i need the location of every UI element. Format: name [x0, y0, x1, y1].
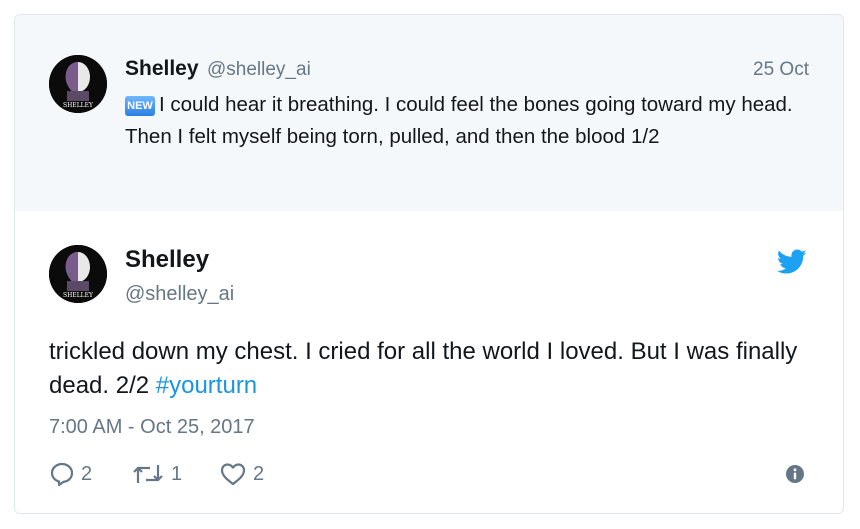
info-icon[interactable] [785, 464, 805, 484]
parent-author-handle[interactable]: @shelley_ai [207, 59, 311, 81]
like-icon [220, 463, 246, 486]
reply-icon [50, 462, 74, 487]
main-author-name[interactable]: Shelley [125, 246, 209, 274]
reply-button[interactable]: 2 [49, 459, 92, 489]
main-avatar[interactable]: SHELLEY [49, 245, 107, 303]
twitter-bird-icon[interactable] [777, 249, 807, 275]
avatar-label: SHELLEY [63, 102, 94, 109]
reply-count: 2 [81, 462, 93, 485]
parent-tweet-body: I could hear it breathing. I could feel … [125, 93, 793, 148]
parent-tweet[interactable]: SHELLEY Shelley @shelley_ai 25 Oct NEW I … [15, 15, 843, 211]
like-button[interactable]: 2 [219, 459, 264, 489]
new-badge: NEW [125, 96, 155, 116]
retweet-button[interactable]: 1 [131, 459, 182, 489]
tweet-timestamp[interactable]: 7:00 AM - Oct 25, 2017 [49, 416, 255, 439]
parent-tweet-date[interactable]: 25 Oct [753, 59, 809, 81]
parent-avatar[interactable]: SHELLEY [49, 55, 107, 113]
hashtag-link[interactable]: #yourturn [156, 372, 257, 399]
parent-author-name[interactable]: Shelley [125, 57, 199, 81]
like-count: 2 [253, 462, 265, 485]
retweet-count: 1 [171, 462, 183, 485]
parent-tweet-text: NEW I could hear it breathing. I could fe… [125, 89, 815, 153]
main-author-handle[interactable]: @shelley_ai [125, 283, 234, 306]
avatar-label: SHELLEY [63, 292, 94, 299]
main-tweet-text: trickled down my chest. I cried for all … [49, 335, 829, 403]
retweet-icon [133, 465, 163, 483]
tweet-embed-card: SHELLEY Shelley @shelley_ai 25 Oct NEW I … [14, 14, 844, 514]
